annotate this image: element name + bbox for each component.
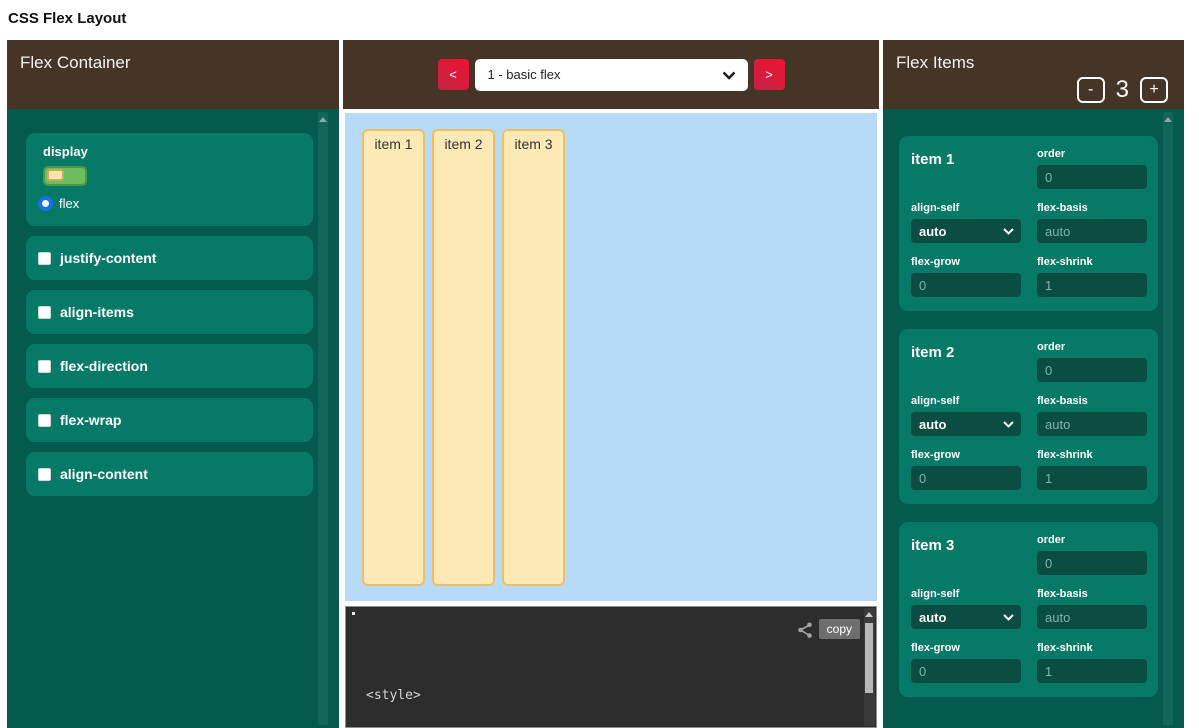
flex-items-body: item 1 order align-self auto [883,109,1184,728]
flex-radio-row: flex [38,196,301,211]
flex-grow-input[interactable] [911,466,1021,490]
next-example-button[interactable]: > [754,59,785,90]
align-items-checkbox[interactable] [38,306,51,319]
align-items-label: align-items [60,304,134,320]
flex-preview-container: item 1 item 2 item 3 [345,113,877,601]
preview-flex-item-2: item 2 [432,129,495,586]
align-self-select-wrap: auto [911,219,1021,243]
align-items-card: align-items [26,290,313,334]
flex-shrink-label: flex-shrink [1037,256,1147,268]
item-2-card: item 2 order align-self auto [899,329,1158,504]
item-1-card: item 1 order align-self auto [899,136,1158,311]
left-panel-scrollbar[interactable] [318,112,328,725]
item-count: 3 [1116,76,1129,104]
flex-grow-label: flex-grow [911,256,1021,268]
flex-container-panel: Flex Container display flex justify-cont… [7,40,339,728]
flex-basis-input[interactable] [1037,412,1147,436]
flex-items-header: Flex Items - 3 + [883,40,1184,109]
order-input[interactable] [1037,165,1147,189]
align-self-select[interactable]: auto [911,412,1021,436]
flex-shrink-input[interactable] [1037,466,1147,490]
example-nav-bar: < 1 - basic flex > [343,40,879,109]
flex-direction-label: flex-direction [60,358,148,374]
justify-content-card: justify-content [26,236,313,280]
flex-wrap-label: flex-wrap [60,412,121,428]
flex-radio[interactable] [38,196,53,211]
preview-flex-item-1: item 1 [362,129,425,586]
item-1-title: item 1 [911,148,1021,189]
align-self-label: align-self [911,588,1021,600]
flex-basis-input[interactable] [1037,219,1147,243]
prev-example-button[interactable]: < [438,59,469,90]
code-panel: <style> .flex-container { display: flex;… [345,606,877,728]
flex-shrink-label: flex-shrink [1037,642,1147,654]
flex-basis-input[interactable] [1037,605,1147,629]
flex-radio-label: flex [59,196,79,211]
item-3-card: item 3 order align-self auto [899,522,1158,697]
scroll-up-icon [1164,117,1172,122]
example-select[interactable]: 1 - basic flex [475,59,748,91]
display-label: display [43,144,301,159]
scroll-up-icon [319,117,327,122]
align-content-card: align-content [26,452,313,496]
flex-grow-label: flex-grow [911,642,1021,654]
add-item-button[interactable]: + [1140,77,1168,103]
order-label: order [1037,534,1147,546]
item-3-title: item 3 [911,534,1021,575]
display-card: display flex [26,133,313,226]
code-scrollbar[interactable] [864,608,875,726]
share-icon[interactable] [796,621,814,642]
align-self-select-wrap: auto [911,605,1021,629]
order-label: order [1037,341,1147,353]
flex-direction-card: flex-direction [26,344,313,388]
code-line: <style> [366,686,856,705]
preview-column: < 1 - basic flex > item 1 item 2 item 3 … [343,40,879,728]
flex-shrink-input[interactable] [1037,273,1147,297]
order-input[interactable] [1037,551,1147,575]
flex-grow-input[interactable] [911,273,1021,297]
flex-items-panel: Flex Items - 3 + item 1 order align-self [883,40,1184,728]
code-block: <style> .flex-container { display: flex; [366,648,856,728]
flex-shrink-label: flex-shrink [1037,449,1147,461]
scrollbar-thumb[interactable] [865,623,873,693]
copy-button[interactable]: copy [819,619,860,639]
right-panel-scrollbar[interactable] [1163,112,1173,725]
justify-content-checkbox[interactable] [38,252,51,265]
flex-basis-label: flex-basis [1037,395,1147,407]
flex-wrap-card: flex-wrap [26,398,313,442]
item-2-title: item 2 [911,341,1021,382]
preview-flex-item-3: item 3 [502,129,565,586]
app-root: CSS Flex Layout Flex Container display f… [0,0,1199,728]
align-content-checkbox[interactable] [38,468,51,481]
display-toggle[interactable] [43,166,87,186]
order-label: order [1037,148,1147,160]
example-select-wrap: 1 - basic flex [475,59,748,91]
caret-dot [352,612,355,615]
align-self-select-wrap: auto [911,412,1021,436]
flex-grow-input[interactable] [911,659,1021,683]
flex-shrink-input[interactable] [1037,659,1147,683]
flex-grow-label: flex-grow [911,449,1021,461]
page-title: CSS Flex Layout [8,10,126,27]
align-self-label: align-self [911,202,1021,214]
flex-wrap-checkbox[interactable] [38,414,51,427]
flex-direction-checkbox[interactable] [38,360,51,373]
justify-content-label: justify-content [60,250,156,266]
flex-basis-label: flex-basis [1037,202,1147,214]
remove-item-button[interactable]: - [1077,77,1105,103]
toggle-knob [47,169,64,181]
flex-basis-label: flex-basis [1037,588,1147,600]
align-self-label: align-self [911,395,1021,407]
align-content-label: align-content [60,466,148,482]
align-self-select[interactable]: auto [911,605,1021,629]
flex-items-title: Flex Items [896,53,974,73]
flex-container-title: Flex Container [20,53,131,73]
order-input[interactable] [1037,358,1147,382]
align-self-select[interactable]: auto [911,219,1021,243]
item-count-controls: - 3 + [1077,76,1168,104]
scroll-up-icon [865,612,873,617]
flex-container-body: display flex justify-content align-items [7,109,339,728]
flex-container-header: Flex Container [7,40,339,109]
